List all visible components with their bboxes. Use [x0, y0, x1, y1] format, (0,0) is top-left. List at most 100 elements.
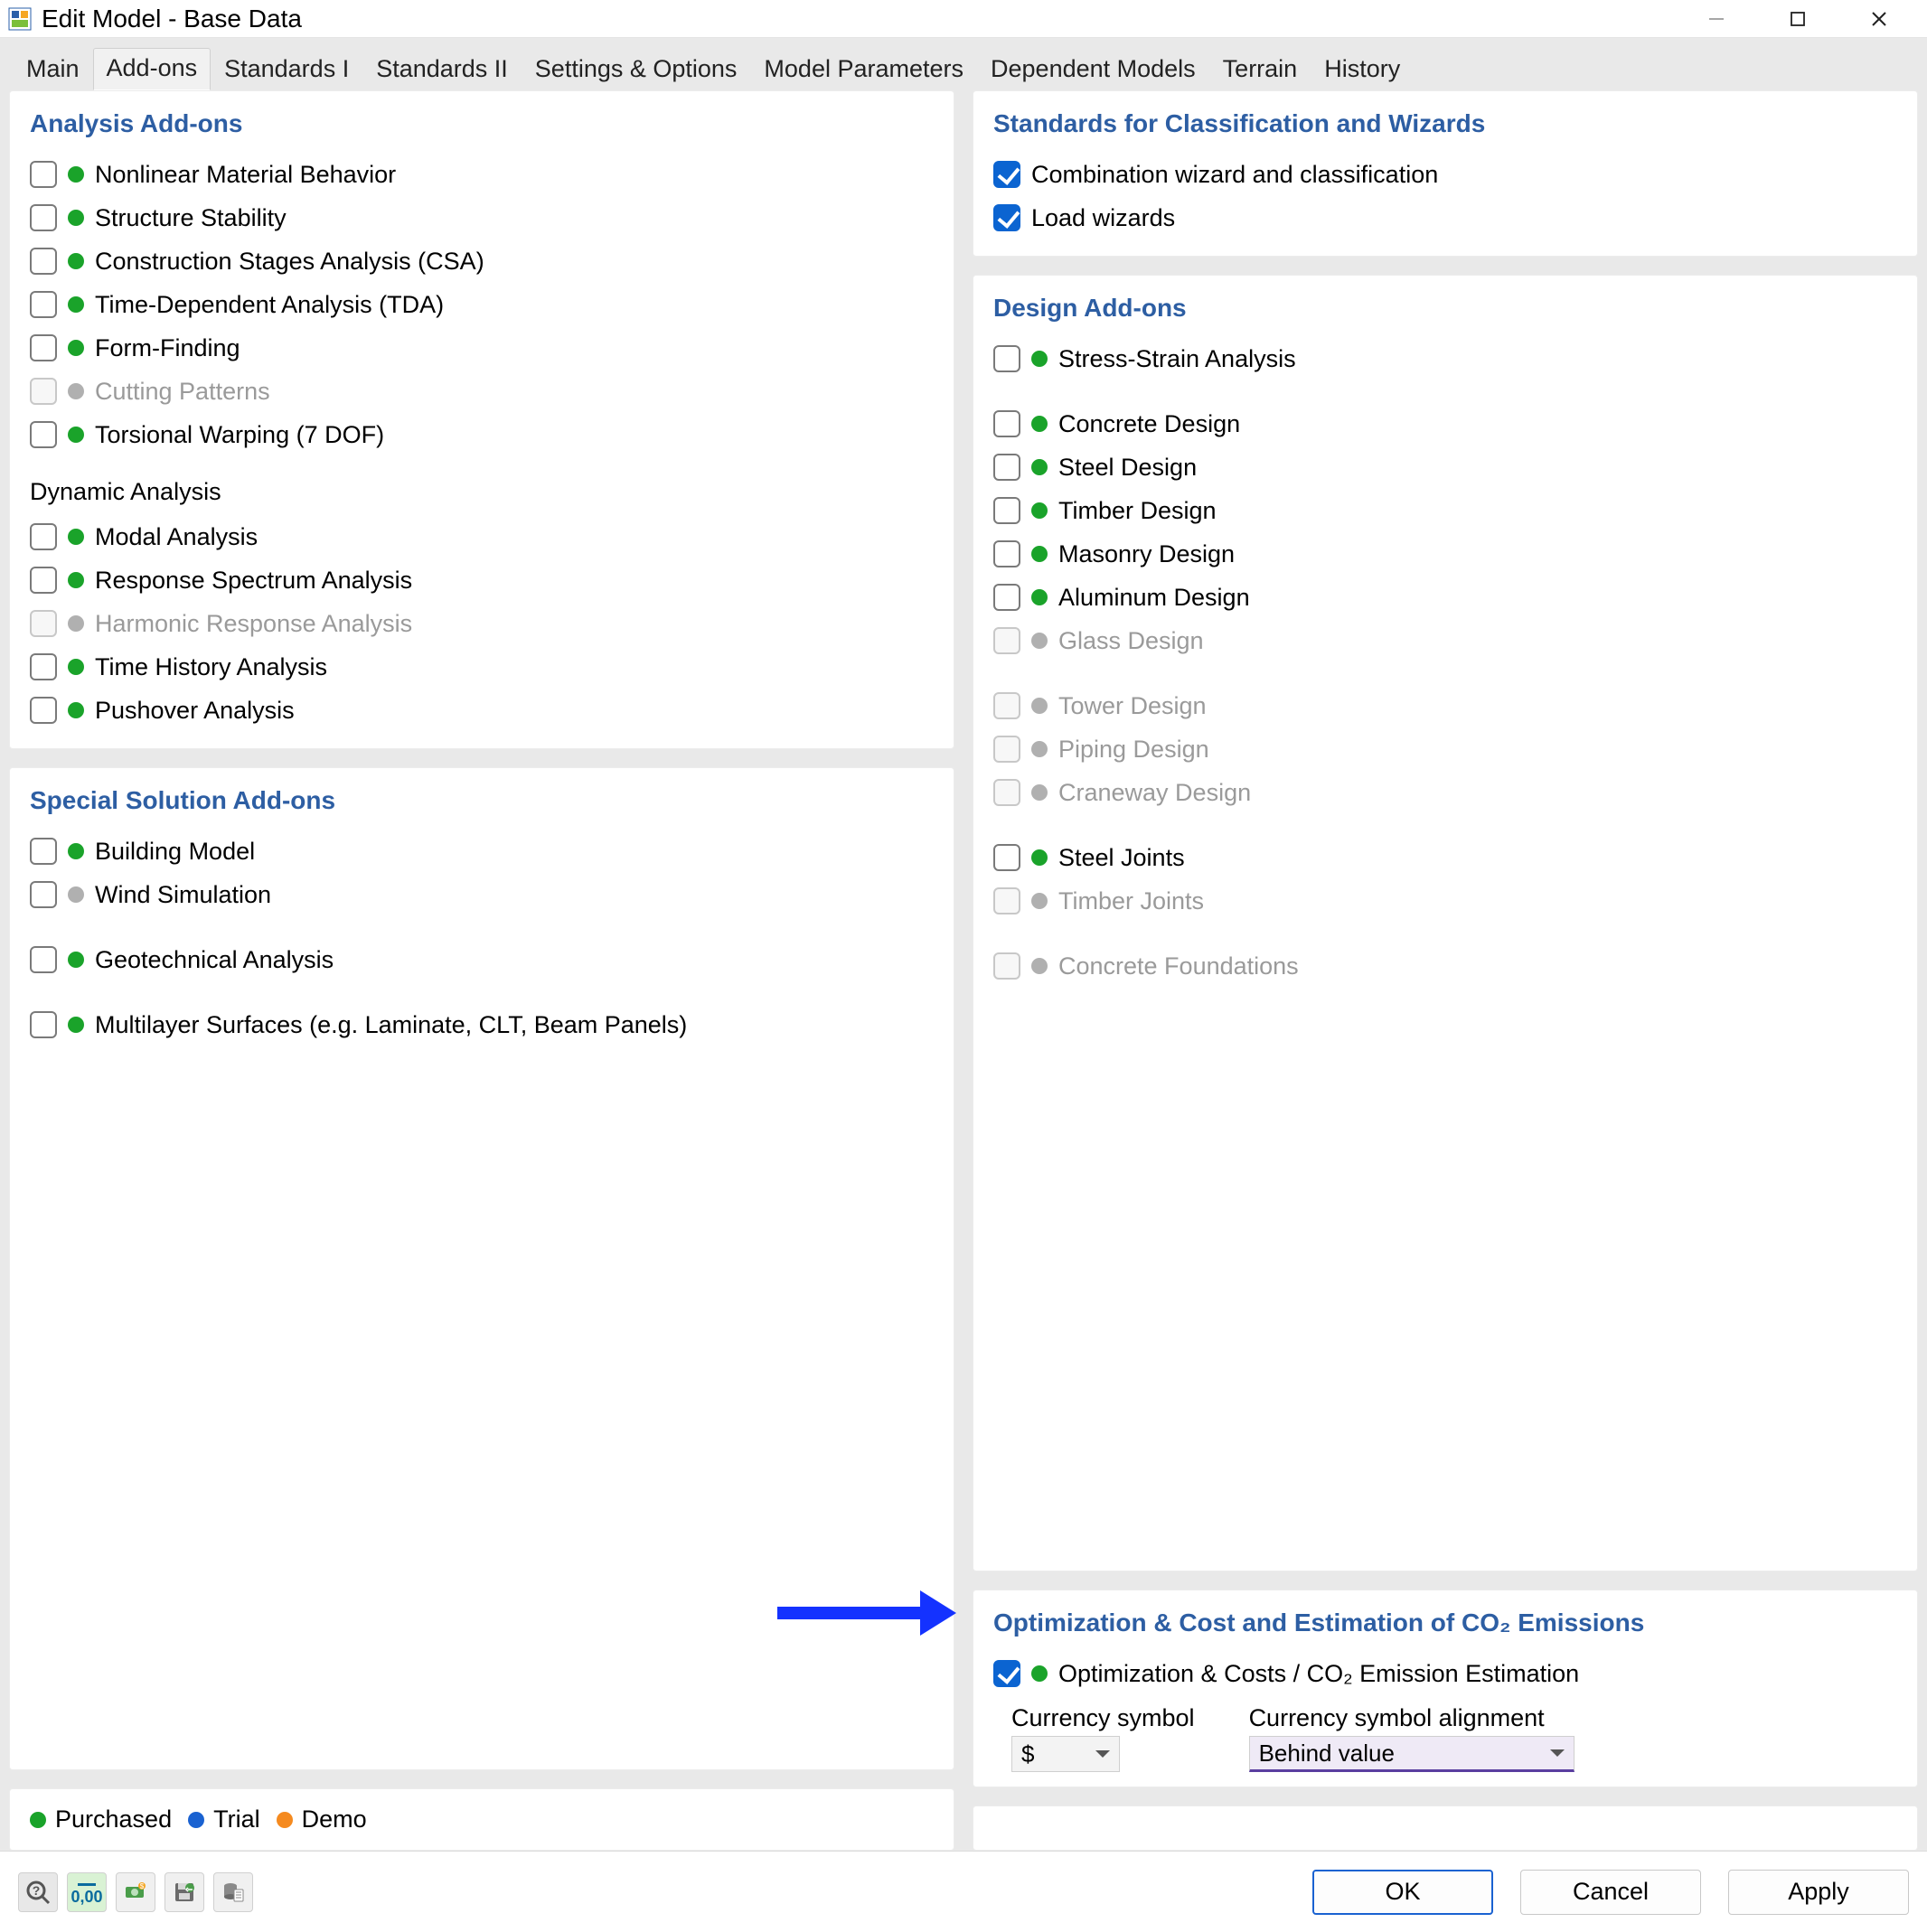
addon-checkbox[interactable] [30, 1011, 57, 1038]
addon-label: Steel Joints [1058, 844, 1185, 872]
apply-button[interactable]: Apply [1728, 1870, 1909, 1915]
addon-row: Concrete Design [993, 404, 1897, 444]
status-dot-icon [68, 952, 84, 968]
addon-row: Optimization & Costs / CO₂ Emission Esti… [993, 1654, 1897, 1693]
addon-label: Structure Stability [95, 204, 287, 232]
help-button[interactable]: ? [18, 1872, 58, 1912]
addon-checkbox[interactable] [993, 497, 1020, 524]
addon-row: Geotechnical Analysis [30, 940, 934, 980]
currency-button[interactable]: $ [116, 1872, 155, 1912]
tab-main[interactable]: Main [13, 49, 93, 90]
currency-symbol-select[interactable]: $ [1011, 1736, 1120, 1772]
status-dot-icon [68, 383, 84, 399]
tab-settings-options[interactable]: Settings & Options [522, 49, 751, 90]
addon-row: Steel Joints [993, 838, 1897, 877]
panel-analysis-addons: Analysis Add-ons Nonlinear Material Beha… [9, 90, 954, 749]
addon-checkbox[interactable] [30, 161, 57, 188]
status-dot-icon [68, 659, 84, 675]
addon-checkbox[interactable] [30, 697, 57, 724]
addon-label: Geotechnical Analysis [95, 946, 334, 974]
panel-title: Design Add-ons [993, 294, 1897, 323]
addon-checkbox[interactable] [30, 291, 57, 318]
addon-label: Tower Design [1058, 692, 1207, 720]
tab-standards-i[interactable]: Standards I [211, 49, 362, 90]
addon-checkbox[interactable] [993, 844, 1020, 871]
save-button[interactable] [164, 1872, 204, 1912]
addon-row: Timber Joints [993, 881, 1897, 921]
status-dot-icon [68, 166, 84, 183]
addon-row: Pushover Analysis [30, 690, 934, 730]
app-icon [7, 6, 33, 32]
addon-label: Response Spectrum Analysis [95, 567, 412, 595]
addon-checkbox [993, 627, 1020, 654]
addon-label: Wind Simulation [95, 881, 271, 909]
addon-row: Time-Dependent Analysis (TDA) [30, 285, 934, 324]
addon-label: Form-Finding [95, 334, 240, 362]
addon-label: Time History Analysis [95, 653, 327, 681]
option-row: Combination wizard and classification [993, 155, 1897, 194]
option-checkbox[interactable] [993, 204, 1020, 231]
units-button[interactable]: ▬▬0,00 [67, 1872, 107, 1912]
addon-checkbox[interactable] [30, 334, 57, 361]
tab-terrain[interactable]: Terrain [1209, 49, 1311, 90]
button-label: OK [1385, 1878, 1420, 1906]
addon-label: Nonlinear Material Behavior [95, 161, 396, 189]
status-dot-icon [1031, 893, 1048, 909]
status-dot-icon [68, 296, 84, 313]
addon-checkbox[interactable] [993, 410, 1020, 437]
minimize-button[interactable] [1676, 1, 1757, 37]
optimization-checkbox[interactable] [993, 1660, 1020, 1687]
addon-checkbox[interactable] [30, 523, 57, 550]
tab-dependent-models[interactable]: Dependent Models [977, 49, 1209, 90]
panel-empty [973, 1805, 1918, 1851]
svg-text:?: ? [33, 1883, 41, 1898]
addon-checkbox[interactable] [30, 567, 57, 594]
tab-history[interactable]: History [1311, 49, 1414, 90]
ok-button[interactable]: OK [1312, 1870, 1493, 1915]
addon-row: Wind Simulation [30, 875, 934, 914]
close-button[interactable] [1838, 1, 1920, 37]
addon-checkbox[interactable] [30, 881, 57, 908]
legend-demo: Demo [277, 1805, 367, 1834]
addon-checkbox[interactable] [993, 454, 1020, 481]
status-dot-icon [1031, 351, 1048, 367]
addon-label: Masonry Design [1058, 540, 1235, 568]
tab-standards-ii[interactable]: Standards II [362, 49, 522, 90]
addon-checkbox[interactable] [30, 204, 57, 231]
panel-title: Analysis Add-ons [30, 109, 934, 138]
default-settings-button[interactable] [213, 1872, 253, 1912]
addon-label: Glass Design [1058, 627, 1204, 655]
currency-alignment-select[interactable]: Behind value [1249, 1736, 1574, 1772]
addon-checkbox[interactable] [30, 421, 57, 448]
addon-row: Concrete Foundations [993, 946, 1897, 986]
addon-label: Time-Dependent Analysis (TDA) [95, 291, 444, 319]
status-dot-icon [68, 886, 84, 903]
panel-title: Special Solution Add-ons [30, 786, 934, 815]
addon-label: Harmonic Response Analysis [95, 610, 412, 638]
addon-checkbox[interactable] [993, 345, 1020, 372]
tab-bar: MainAdd-onsStandards IStandards IISettin… [9, 47, 1918, 90]
status-dot-icon [1031, 784, 1048, 801]
addon-checkbox[interactable] [30, 946, 57, 973]
option-checkbox[interactable] [993, 161, 1020, 188]
status-dot-icon [1031, 698, 1048, 714]
addon-row: Stress-Strain Analysis [993, 339, 1897, 379]
addon-checkbox[interactable] [993, 540, 1020, 567]
addon-checkbox[interactable] [993, 584, 1020, 611]
panel-standards-wizards: Standards for Classification and Wizards… [973, 90, 1918, 257]
addon-row: Response Spectrum Analysis [30, 560, 934, 600]
maximize-button[interactable] [1757, 1, 1838, 37]
addon-checkbox[interactable] [30, 653, 57, 680]
tab-add-ons[interactable]: Add-ons [93, 48, 212, 90]
legend-label: Trial [213, 1805, 260, 1834]
addon-checkbox[interactable] [30, 838, 57, 865]
status-dot-icon [68, 843, 84, 859]
subheading-dynamic: Dynamic Analysis [30, 478, 934, 506]
addon-row: Piping Design [993, 729, 1897, 769]
tab-model-parameters[interactable]: Model Parameters [750, 49, 977, 90]
cancel-button[interactable]: Cancel [1520, 1870, 1701, 1915]
addon-checkbox [30, 378, 57, 405]
panel-title: Optimization & Cost and Estimation of CO… [993, 1608, 1897, 1637]
chevron-down-icon [1095, 1750, 1110, 1758]
addon-checkbox[interactable] [30, 248, 57, 275]
